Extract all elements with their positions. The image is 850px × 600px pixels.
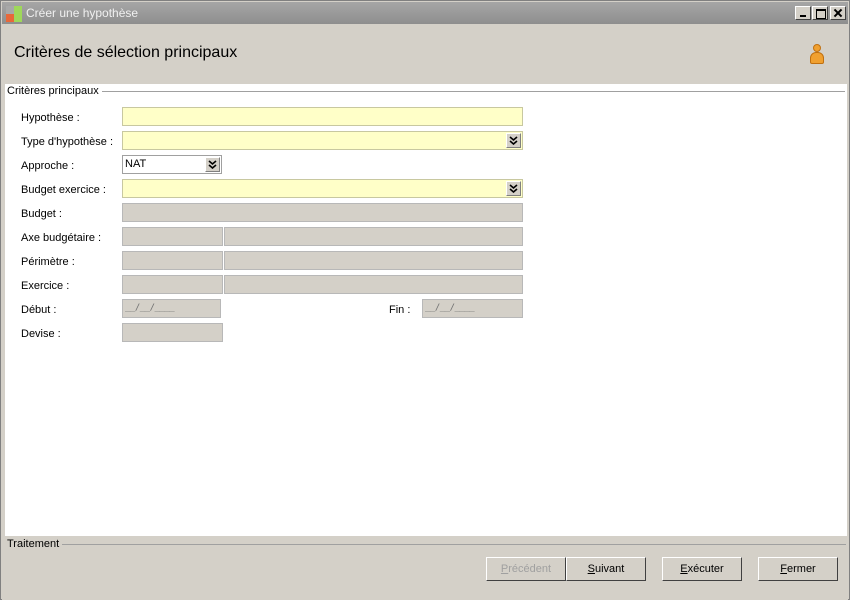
exercice-code [122, 275, 223, 294]
type-hypothese-label: Type d'hypothèse : [21, 136, 113, 148]
main-criteria-panel: Critères principaux Hypothèse : Type d'h… [5, 84, 847, 536]
suivant-button[interactable]: Suivant [566, 557, 646, 581]
title-bar[interactable]: Créer une hypothèse [2, 2, 848, 24]
executer-button[interactable]: Exécuter [662, 557, 742, 581]
axe-budgetaire-label: Axe budgétaire : [21, 232, 102, 244]
perimetre-label: Périmètre : [21, 256, 75, 268]
fin-date-field: __/__/____ [422, 299, 523, 318]
footer-legend: Traitement [7, 538, 63, 550]
precedent-button[interactable]: Précédent [486, 557, 566, 581]
app-icon [6, 6, 22, 22]
main-window: Créer une hypothèse Critères de sélectio… [0, 0, 850, 600]
budget-exercice-label: Budget exercice : [21, 184, 106, 196]
exercice-label: Exercice : [21, 280, 70, 292]
budget-exercice-select[interactable] [122, 179, 523, 198]
devise-field [122, 323, 223, 342]
chevron-double-down-icon[interactable] [506, 133, 521, 148]
user-icon[interactable] [808, 44, 826, 66]
window-title: Créer une hypothèse [26, 6, 139, 20]
traitement-panel: Traitement Précédent Suivant Exécuter Fe… [2, 536, 848, 600]
axe-budgetaire-code [122, 227, 223, 246]
perimetre-desc [224, 251, 523, 270]
group-divider [101, 91, 845, 92]
hypothese-label: Hypothèse : [21, 112, 80, 124]
page-title: Critères de sélection principaux [14, 44, 238, 61]
axe-budgetaire-desc [224, 227, 523, 246]
fin-label: Fin : [389, 304, 411, 316]
type-hypothese-select[interactable] [122, 131, 523, 150]
group-legend: Critères principaux [7, 85, 102, 97]
approche-select[interactable]: NAT [122, 155, 222, 174]
close-button[interactable] [830, 6, 846, 20]
chevron-double-down-icon[interactable] [205, 157, 220, 172]
chevron-double-down-icon[interactable] [506, 181, 521, 196]
minimize-button[interactable] [795, 6, 811, 20]
budget-field [122, 203, 523, 222]
exercice-desc [224, 275, 523, 294]
debut-label: Début : [21, 304, 57, 316]
hypothese-input[interactable] [122, 107, 523, 126]
perimetre-code [122, 251, 223, 270]
maximize-button[interactable] [812, 6, 828, 20]
debut-date-field: __/__/____ [122, 299, 221, 318]
fermer-button[interactable]: Fermer [758, 557, 838, 581]
budget-label: Budget : [21, 208, 62, 220]
page-header: Critères de sélection principaux [2, 24, 848, 84]
devise-label: Devise : [21, 328, 61, 340]
approche-label: Approche : [21, 160, 75, 172]
footer-divider [62, 544, 846, 545]
